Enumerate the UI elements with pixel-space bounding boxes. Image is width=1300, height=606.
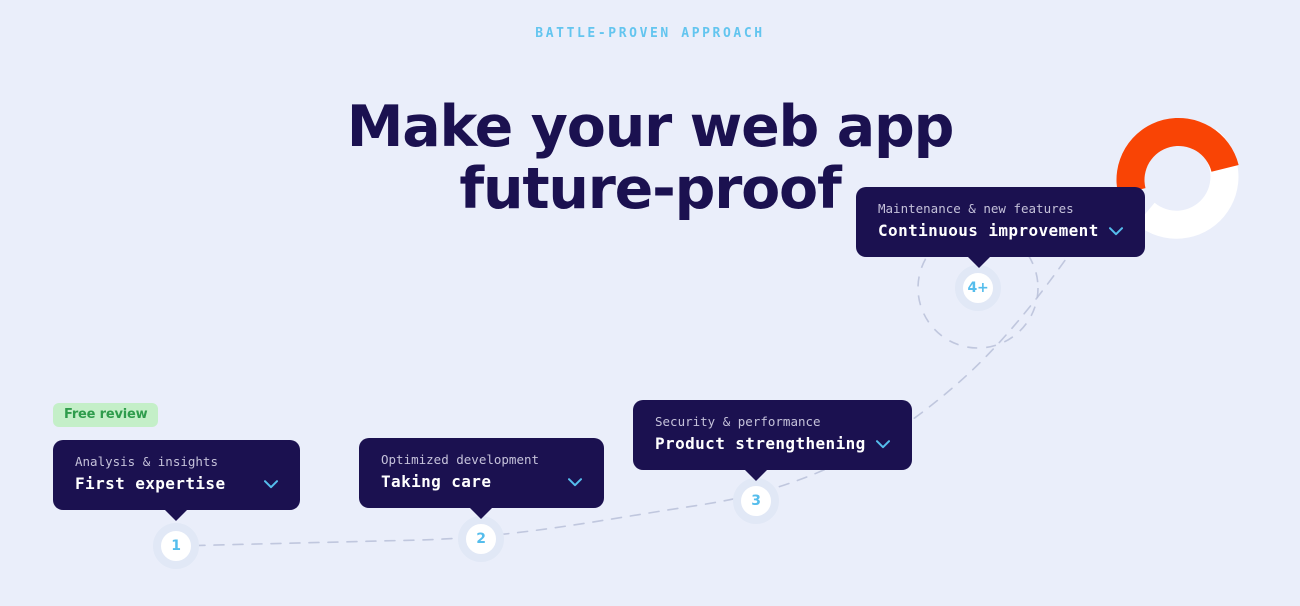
- journey-path-graphic: [175, 117, 1239, 547]
- step-card-2[interactable]: Optimized development Taking care: [359, 438, 604, 519]
- approach-section: BATTLE-PROVEN APPROACH Make your web app…: [0, 0, 1300, 606]
- step-card-3-caption: Security & performance: [655, 414, 821, 429]
- step-node-3[interactable]: 3: [733, 478, 779, 524]
- step-number-4: 4+: [967, 280, 989, 296]
- step-card-1-caption: Analysis & insights: [75, 454, 218, 469]
- step-card-4[interactable]: Maintenance & new features Continuous im…: [856, 187, 1145, 268]
- step-node-4[interactable]: 4+: [955, 265, 1001, 311]
- step-node-1[interactable]: 1: [153, 523, 199, 569]
- step-card-3-tail: [744, 469, 768, 481]
- step-card-1-title: First expertise: [75, 474, 226, 493]
- step-card-4-title: Continuous improvement: [878, 221, 1099, 240]
- step-card-3[interactable]: Security & performance Product strengthe…: [633, 400, 912, 481]
- step-card-4-tail: [967, 256, 991, 268]
- free-review-badge: Free review: [53, 403, 159, 427]
- step-card-2-tail: [469, 507, 493, 519]
- chevron-down-icon[interactable]: [875, 439, 890, 449]
- chevron-down-icon[interactable]: [264, 479, 278, 489]
- step-card-2-caption: Optimized development: [381, 452, 540, 467]
- step-number-3: 3: [751, 493, 761, 509]
- chevron-down-icon[interactable]: [568, 477, 582, 487]
- step-card-4-caption: Maintenance & new features: [878, 201, 1074, 216]
- step-card-3-title: Product strengthening: [655, 434, 866, 453]
- step-node-2[interactable]: 2: [458, 516, 504, 562]
- step-card-1[interactable]: Analysis & insights First expertise: [53, 440, 300, 521]
- step-card-1-tail: [164, 509, 188, 521]
- chevron-down-icon[interactable]: [1108, 226, 1123, 236]
- step-number-1: 1: [171, 538, 181, 554]
- step-card-2-title: Taking care: [381, 472, 492, 491]
- step-number-2: 2: [476, 531, 486, 547]
